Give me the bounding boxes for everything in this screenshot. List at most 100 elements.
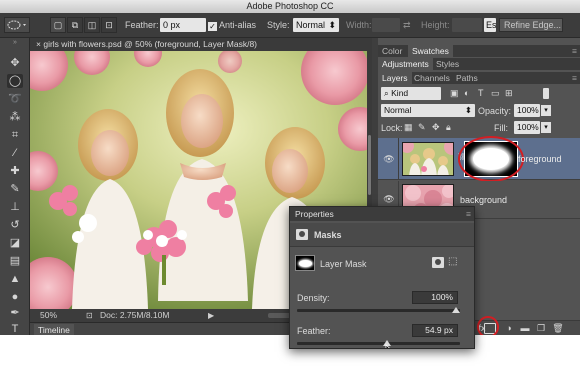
- mouse-cursor-icon: [385, 344, 390, 348]
- adjustment-filter-icon[interactable]: ◐: [464, 88, 469, 98]
- density-slider[interactable]: [297, 309, 460, 312]
- lock-paint-icon[interactable]: ✎: [418, 122, 426, 133]
- opacity-slider-arrow-icon[interactable]: ▾: [541, 105, 551, 116]
- status-menu-arrow-icon[interactable]: ▶: [208, 309, 214, 322]
- refine-edge-button[interactable]: Refine Edge...: [499, 18, 563, 32]
- type-tool-icon[interactable]: T: [7, 322, 23, 335]
- lock-transparency-icon[interactable]: ▦: [404, 122, 413, 133]
- tab-styles[interactable]: Styles: [432, 58, 463, 70]
- zoom-level[interactable]: 50%: [40, 309, 57, 322]
- tab-layers[interactable]: Layers: [378, 72, 412, 84]
- layer-mask-row: Layer Mask ⬚: [290, 251, 474, 277]
- layer-thumbnail-image: [403, 143, 453, 175]
- mask-section-icon-dot: [299, 231, 305, 237]
- select-pixel-mask-icon[interactable]: [432, 257, 444, 268]
- shape-filter-icon[interactable]: ▭: [491, 88, 500, 99]
- pen-tool-icon[interactable]: ✒: [7, 306, 23, 320]
- tab-paths[interactable]: Paths: [452, 72, 482, 84]
- layers-panel-menu-icon[interactable]: ≡: [568, 72, 580, 84]
- smart-object-filter-icon[interactable]: ⊞: [505, 88, 513, 99]
- new-group-icon[interactable]: ▬: [519, 323, 531, 334]
- eyedropper-tool-icon[interactable]: ⁄: [7, 146, 23, 160]
- tab-adjustments[interactable]: Adjustments: [378, 58, 433, 70]
- swap-icon[interactable]: ⇄: [403, 19, 411, 32]
- tab-color[interactable]: Color: [378, 45, 406, 57]
- add-selection-icon[interactable]: ⧉: [67, 17, 83, 33]
- blend-mode-select[interactable]: Normal ⬍: [381, 104, 475, 117]
- new-layer-icon[interactable]: ❐: [535, 323, 547, 334]
- density-input[interactable]: 100%: [412, 291, 458, 304]
- density-slider-knob[interactable]: [452, 307, 460, 313]
- marquee-preset-picker[interactable]: [4, 17, 30, 33]
- layer-mask-label: Layer Mask: [320, 259, 367, 269]
- style-label: Style:: [267, 20, 290, 30]
- feather-label: Feather:: [125, 20, 159, 30]
- feather-label: Feather:: [297, 326, 331, 336]
- layer-name-foreground[interactable]: foreground: [518, 154, 562, 164]
- add-mask-highlight-ring: [477, 316, 499, 335]
- new-adjustment-layer-icon[interactable]: ◑: [503, 323, 515, 334]
- new-selection-icon[interactable]: ▢: [50, 17, 66, 33]
- marquee-tool-icon[interactable]: ◯: [7, 74, 23, 88]
- masks-section-title: Masks: [314, 230, 342, 240]
- check-icon: ✓: [208, 22, 217, 31]
- blur-tool-icon[interactable]: ▲: [7, 272, 23, 286]
- close-document-icon[interactable]: ×: [36, 39, 41, 49]
- feather-input[interactable]: 0 px: [160, 18, 206, 32]
- feather-input[interactable]: 54.9 px: [412, 324, 458, 337]
- feather-slider[interactable]: [297, 342, 460, 345]
- type-filter-icon[interactable]: T: [478, 88, 484, 98]
- document-tab[interactable]: × girls with flowers.psd @ 50% (foregrou…: [30, 38, 372, 51]
- layers-panel-tabs: Layers Channels Paths ≡: [378, 72, 580, 84]
- layer-row-foreground[interactable]: 👁︎ ⛓︎ foreground: [378, 136, 580, 182]
- fill-input[interactable]: 100%: [514, 121, 540, 134]
- antialias-label: Anti-alias: [219, 20, 257, 30]
- pixel-filter-icon[interactable]: ▣: [450, 88, 459, 99]
- height-input[interactable]: [452, 18, 482, 32]
- healing-brush-tool-icon[interactable]: ✚: [7, 164, 23, 178]
- tab-channels[interactable]: Channels: [410, 72, 454, 84]
- layer-name-background[interactable]: background: [460, 195, 507, 205]
- dodge-tool-icon[interactable]: ●: [7, 290, 23, 304]
- opacity-input[interactable]: 100%: [514, 104, 540, 117]
- brush-tool-icon[interactable]: ✎: [7, 182, 23, 196]
- blend-mode-value: Normal: [384, 105, 412, 115]
- lock-position-icon[interactable]: ✥: [432, 122, 440, 133]
- tools-collapse-icon[interactable]: »: [7, 39, 23, 46]
- layer-thumbnail-foreground[interactable]: [402, 142, 454, 176]
- timeline-label: Timeline: [34, 324, 74, 335]
- delete-layer-icon[interactable]: 🗑︎: [552, 323, 564, 334]
- lock-all-icon[interactable]: 🔒︎: [446, 122, 451, 133]
- fill-slider-arrow-icon[interactable]: ▾: [541, 122, 551, 133]
- dropdown-arrow-icon: ⬍: [328, 20, 336, 30]
- filter-toggle-icon[interactable]: [543, 88, 549, 99]
- crop-tool-icon[interactable]: ⌗: [7, 128, 23, 142]
- history-brush-tool-icon[interactable]: ↺: [7, 218, 23, 232]
- subtract-selection-icon[interactable]: ◫: [84, 17, 100, 33]
- quick-select-tool-icon[interactable]: ⁂: [7, 110, 23, 124]
- options-bar: ▢ ⧉ ◫ ⊡ Feather: 0 px ✓ Anti-alias Style…: [0, 13, 580, 38]
- gradient-tool-icon[interactable]: ▤: [7, 254, 23, 268]
- eraser-tool-icon[interactable]: ◪: [7, 236, 23, 250]
- properties-menu-icon[interactable]: ≡: [466, 207, 471, 221]
- pixel-mask-icon-dot: [435, 259, 441, 265]
- mini-mask-thumbnail: [295, 255, 315, 271]
- visibility-eye-icon[interactable]: 👁︎: [382, 194, 396, 204]
- intersect-selection-icon[interactable]: ⊡: [101, 17, 117, 33]
- panel-menu-icon[interactable]: ≡: [568, 45, 580, 57]
- antialias-checkbox[interactable]: ✓ Anti-alias: [208, 19, 256, 32]
- tab-swatches[interactable]: Swatches: [408, 45, 453, 57]
- move-tool-icon[interactable]: ✥: [7, 56, 23, 70]
- visibility-eye-icon[interactable]: 👁︎: [382, 154, 396, 164]
- properties-header[interactable]: Properties ≡: [290, 207, 474, 221]
- filter-kind-select[interactable]: ⌕ Kind: [381, 87, 441, 100]
- height-label: Height:: [421, 20, 450, 30]
- width-input[interactable]: [372, 18, 400, 32]
- height-unit-select[interactable]: Es: [484, 18, 496, 32]
- add-vector-mask-icon[interactable]: ⬚: [448, 256, 457, 267]
- scrollbar-thumb[interactable]: [368, 135, 371, 195]
- clone-stamp-tool-icon[interactable]: ⊥: [7, 200, 23, 214]
- export-icon[interactable]: ⊡: [86, 309, 93, 322]
- lasso-tool-icon[interactable]: ➰: [7, 92, 23, 106]
- style-select[interactable]: Normal ⬍: [293, 18, 339, 32]
